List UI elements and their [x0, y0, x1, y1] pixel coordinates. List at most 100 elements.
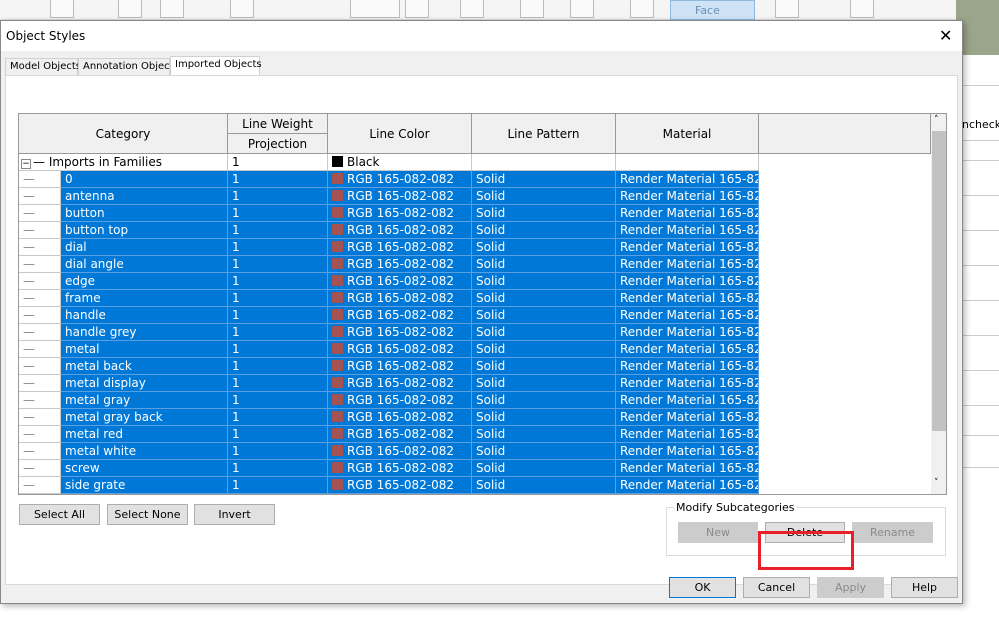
scrollbar-thumb[interactable]	[932, 131, 946, 431]
line-color-cell[interactable]: RGB 165-082-082	[328, 392, 472, 409]
category-cell[interactable]: metal red	[61, 426, 228, 443]
line-color-cell[interactable]: RGB 165-082-082	[328, 188, 472, 205]
table-row[interactable]: — edge 1 RGB 165-082-082 Solid Render Materia…	[19, 273, 759, 290]
table-row[interactable]: — button top 1 RGB 165-082-082 Solid Render M…	[19, 222, 759, 239]
cancel-button[interactable]: Cancel	[743, 577, 810, 598]
category-cell[interactable]: metal gray back	[61, 409, 228, 426]
ok-button[interactable]: OK	[669, 577, 736, 598]
line-color-cell[interactable]: RGB 165-082-082	[328, 324, 472, 341]
tab-annotation-objects[interactable]: Annotation Objects	[78, 58, 179, 75]
table-row[interactable]: — dial 1 RGB 165-082-082 Solid Render Materia…	[19, 239, 759, 256]
scroll-down-icon[interactable]: ˅	[934, 478, 939, 488]
category-cell[interactable]: handle	[61, 307, 228, 324]
table-row[interactable]: — metal gray back 1 RGB 165-082-082 Solid Ren…	[19, 409, 759, 426]
category-cell[interactable]: metal back	[61, 358, 228, 375]
projection-cell[interactable]: 1	[228, 324, 328, 341]
line-color-cell[interactable]: RGB 165-082-082	[328, 358, 472, 375]
projection-cell[interactable]: 1	[228, 239, 328, 256]
material-cell[interactable]: Render Material 165-82-...	[616, 409, 759, 426]
projection-cell[interactable]: 1	[228, 273, 328, 290]
category-cell[interactable]: screw	[61, 460, 228, 477]
line-pattern-cell[interactable]: Solid	[472, 392, 616, 409]
projection-cell[interactable]: 1	[228, 307, 328, 324]
line-color-cell[interactable]: RGB 165-082-082	[328, 290, 472, 307]
projection-cell[interactable]: 1	[228, 443, 328, 460]
table-row[interactable]: — screw 1 RGB 165-082-082 Solid Render Materi…	[19, 460, 759, 477]
projection-cell[interactable]: 1	[228, 188, 328, 205]
line-color-cell[interactable]: RGB 165-082-082	[328, 409, 472, 426]
category-cell[interactable]: metal white	[61, 443, 228, 460]
line-color-cell[interactable]: RGB 165-082-082	[328, 375, 472, 392]
line-color-cell[interactable]: RGB 165-082-082	[328, 341, 472, 358]
line-color-cell[interactable]: Black	[328, 154, 472, 171]
material-cell[interactable]: Render Material 165-82-...	[616, 341, 759, 358]
material-cell[interactable]: Render Material 165-82-...	[616, 426, 759, 443]
material-cell[interactable]: Render Material 165-82-...	[616, 188, 759, 205]
line-color-cell[interactable]: RGB 165-082-082	[328, 426, 472, 443]
tab-model-objects[interactable]: Model Objects	[5, 58, 81, 75]
table-row[interactable]: — 0 1 RGB 165-082-082 Solid Render Material 1…	[19, 171, 759, 188]
line-color-cell[interactable]: RGB 165-082-082	[328, 443, 472, 460]
line-color-cell[interactable]: RGB 165-082-082	[328, 460, 472, 477]
projection-cell[interactable]: 1	[228, 460, 328, 477]
line-pattern-cell[interactable]: Solid	[472, 205, 616, 222]
new-button[interactable]: New	[678, 522, 758, 543]
material-cell[interactable]: Render Material 165-82-...	[616, 307, 759, 324]
line-color-cell[interactable]: RGB 165-082-082	[328, 205, 472, 222]
line-pattern-cell[interactable]: Solid	[472, 358, 616, 375]
table-row[interactable]: — metal back 1 RGB 165-082-082 Solid Render M…	[19, 358, 759, 375]
line-color-cell[interactable]: RGB 165-082-082	[328, 256, 472, 273]
select-none-button[interactable]: Select None	[107, 504, 188, 525]
line-color-cell[interactable]: RGB 165-082-082	[328, 273, 472, 290]
line-color-cell[interactable]: RGB 165-082-082	[328, 307, 472, 324]
table-row[interactable]: — metal red 1 RGB 165-082-082 Solid Render Ma…	[19, 426, 759, 443]
table-row[interactable]: — metal 1 RGB 165-082-082 Solid Render Materi…	[19, 341, 759, 358]
line-pattern-cell[interactable]: Solid	[472, 307, 616, 324]
line-pattern-cell[interactable]: Solid	[472, 409, 616, 426]
projection-cell[interactable]: 1	[228, 392, 328, 409]
line-pattern-cell[interactable]: Solid	[472, 273, 616, 290]
vertical-scrollbar[interactable]: ˄ ˅	[931, 114, 946, 494]
line-color-cell[interactable]: RGB 165-082-082	[328, 477, 472, 494]
line-pattern-cell[interactable]: Solid	[472, 341, 616, 358]
projection-cell[interactable]: 1	[228, 477, 328, 494]
tab-imported-objects[interactable]: Imported Objects	[170, 56, 262, 75]
category-cell[interactable]: metal	[61, 341, 228, 358]
scroll-up-icon[interactable]: ˄	[934, 115, 939, 125]
table-row[interactable]: — metal display 1 RGB 165-082-082 Solid Rende…	[19, 375, 759, 392]
projection-cell[interactable]: 1	[228, 290, 328, 307]
projection-cell[interactable]: 1	[228, 171, 328, 188]
projection-cell[interactable]: 1	[228, 426, 328, 443]
category-cell[interactable]: side grate	[61, 477, 228, 494]
projection-cell[interactable]: 1	[228, 222, 328, 239]
material-cell[interactable]: Render Material 165-82-...	[616, 460, 759, 477]
material-cell[interactable]: Render Material 165-82-...	[616, 290, 759, 307]
line-pattern-cell[interactable]: Solid	[472, 426, 616, 443]
line-pattern-cell[interactable]: Solid	[472, 324, 616, 341]
material-cell[interactable]: Render Material 165-82-...	[616, 443, 759, 460]
line-pattern-cell[interactable]: Solid	[472, 290, 616, 307]
table-row[interactable]: — handle grey 1 RGB 165-082-082 Solid Render …	[19, 324, 759, 341]
category-cell[interactable]: handle grey	[61, 324, 228, 341]
line-color-cell[interactable]: RGB 165-082-082	[328, 222, 472, 239]
material-cell[interactable]: Render Material 165-82-...	[616, 358, 759, 375]
projection-cell[interactable]: 1	[228, 358, 328, 375]
table-row[interactable]: — metal gray 1 RGB 165-082-082 Solid Render M…	[19, 392, 759, 409]
line-pattern-cell[interactable]: Solid	[472, 460, 616, 477]
category-cell[interactable]: metal display	[61, 375, 228, 392]
close-icon[interactable]: ✕	[939, 26, 952, 45]
category-cell[interactable]: dial	[61, 239, 228, 256]
category-cell[interactable]: button	[61, 205, 228, 222]
line-pattern-cell[interactable]: Solid	[472, 188, 616, 205]
line-pattern-cell[interactable]: Solid	[472, 443, 616, 460]
table-row[interactable]: — side grate 1 RGB 165-082-082 Solid Render M…	[19, 477, 759, 494]
table-row[interactable]: — button 1 RGB 165-082-082 Solid Render Mater…	[19, 205, 759, 222]
category-cell[interactable]: frame	[61, 290, 228, 307]
table-row[interactable]: — frame 1 RGB 165-082-082 Solid Render Materi…	[19, 290, 759, 307]
material-cell[interactable]: Render Material 165-82-...	[616, 171, 759, 188]
line-pattern-cell[interactable]: Solid	[472, 222, 616, 239]
category-cell[interactable]: 0	[61, 171, 228, 188]
line-pattern-cell[interactable]: Solid	[472, 477, 616, 494]
projection-cell[interactable]: 1	[228, 154, 328, 171]
category-cell[interactable]: dial angle	[61, 256, 228, 273]
